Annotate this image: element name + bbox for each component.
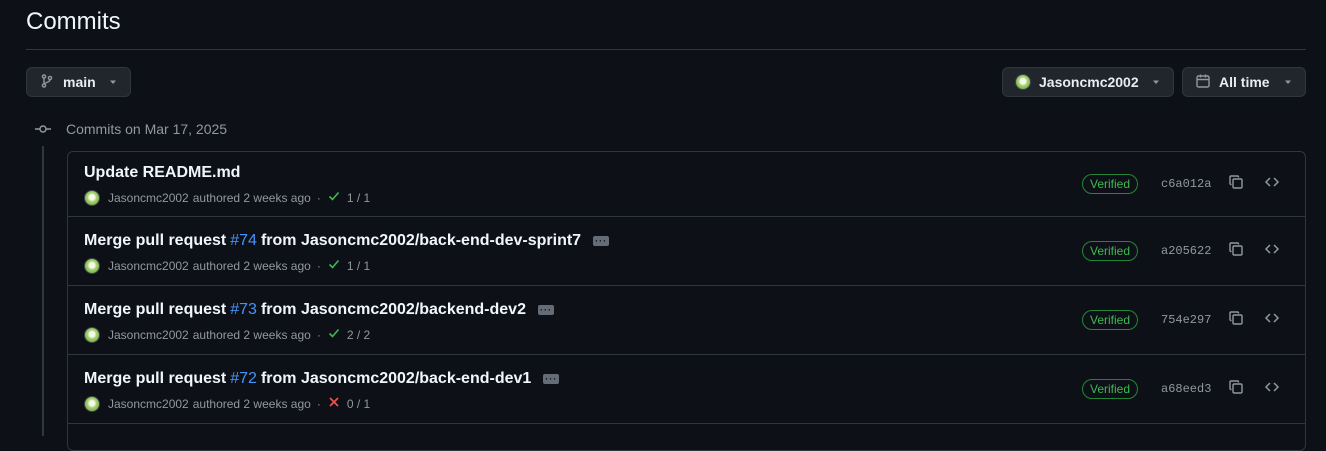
separator: ·: [316, 396, 321, 411]
code-icon: [1264, 241, 1280, 262]
checks-count: 1 / 1: [346, 258, 371, 273]
checks-status[interactable]: 2 / 2: [327, 326, 370, 343]
commit-title: Merge pull request #74 from Jasoncmc2002…: [84, 232, 610, 250]
commit-message-prefix[interactable]: Merge pull request: [84, 301, 226, 319]
browse-files-button[interactable]: [1260, 377, 1284, 401]
commit-message[interactable]: Update README.md: [84, 164, 240, 182]
checks-count: 2 / 2: [346, 327, 371, 342]
commit-meta: Jasoncmc2002 authored 2 weeks ago · 0 / …: [84, 395, 370, 412]
code-icon: [1264, 310, 1280, 331]
commit-meta: Jasoncmc2002 authored 2 weeks ago · 1 / …: [84, 257, 370, 274]
separator: ·: [316, 258, 321, 273]
copy-icon: [1228, 379, 1244, 400]
separator: ·: [316, 327, 321, 342]
copy-icon: [1228, 310, 1244, 331]
commit-row[interactable]: Merge pull request #74 from Jasoncmc2002…: [68, 217, 1305, 286]
commit-sha[interactable]: a68eed3: [1161, 382, 1211, 396]
branch-label: main: [63, 74, 96, 90]
commit-meta: Jasoncmc2002 authored 2 weeks ago · 1 / …: [84, 189, 370, 206]
copy-sha-button[interactable]: [1224, 172, 1248, 196]
browse-files-button[interactable]: [1260, 172, 1284, 196]
checks-count: 1 / 1: [346, 190, 371, 205]
checks-count: 0 / 1: [346, 396, 371, 411]
pull-request-link[interactable]: #72: [230, 370, 257, 388]
verified-badge[interactable]: Verified: [1082, 174, 1139, 194]
commit-row[interactable]: Merge pull request #72 from Jasoncmc2002…: [68, 355, 1305, 424]
chevron-down-icon: [1151, 74, 1161, 90]
authored-time: authored 2 weeks ago: [192, 396, 311, 411]
timeline-line: [42, 146, 44, 436]
branch-selector-button[interactable]: main: [26, 67, 131, 97]
git-commit-icon: [34, 120, 52, 138]
commit-group-header: Commits on Mar 17, 2025: [34, 120, 227, 138]
code-icon: [1264, 379, 1280, 400]
commit-row[interactable]: Update README.md Jasoncmc2002 authored 2…: [68, 152, 1305, 217]
commit-meta: Jasoncmc2002 authored 2 weeks ago · 2 / …: [84, 326, 370, 343]
commit-message-prefix[interactable]: Merge pull request: [84, 370, 226, 388]
avatar: [1015, 74, 1031, 90]
expand-message-button[interactable]: ···: [537, 305, 554, 315]
verified-badge[interactable]: Verified: [1082, 379, 1139, 399]
expand-message-button[interactable]: ···: [543, 374, 560, 384]
time-filter-label: All time: [1219, 74, 1270, 90]
browse-files-button[interactable]: [1260, 308, 1284, 332]
expand-message-button[interactable]: ···: [593, 236, 610, 246]
check-icon: [327, 326, 341, 343]
authored-time: authored 2 weeks ago: [192, 190, 311, 205]
commit-message-suffix[interactable]: from Jasoncmc2002/back-end-dev1: [261, 370, 531, 388]
code-icon: [1264, 174, 1280, 195]
checks-status[interactable]: 0 / 1: [327, 395, 370, 412]
avatar[interactable]: [84, 189, 100, 206]
avatar[interactable]: [84, 257, 100, 274]
copy-icon: [1228, 241, 1244, 262]
separator: ·: [316, 190, 321, 205]
commit-title: Merge pull request #72 from Jasoncmc2002…: [84, 370, 560, 388]
chevron-down-icon: [1283, 74, 1293, 90]
git-branch-icon: [39, 73, 55, 92]
author-filter-button[interactable]: Jasoncmc2002: [1002, 67, 1174, 97]
avatar[interactable]: [84, 326, 100, 343]
commit-author[interactable]: Jasoncmc2002: [108, 328, 189, 342]
pull-request-link[interactable]: #73: [230, 301, 257, 319]
check-icon: [327, 189, 341, 206]
copy-sha-button[interactable]: [1224, 239, 1248, 263]
chevron-down-icon: [108, 74, 118, 90]
avatar[interactable]: [84, 395, 100, 412]
commit-author[interactable]: Jasoncmc2002: [108, 191, 189, 205]
commit-sha[interactable]: c6a012a: [1161, 177, 1211, 191]
copy-sha-button[interactable]: [1224, 308, 1248, 332]
commit-sha[interactable]: a205622: [1161, 244, 1211, 258]
x-icon: [327, 395, 341, 412]
page-title: Commits: [26, 8, 121, 35]
calendar-icon: [1195, 73, 1211, 92]
commit-author[interactable]: Jasoncmc2002: [108, 397, 189, 411]
time-filter-button[interactable]: All time: [1182, 67, 1306, 97]
copy-sha-button[interactable]: [1224, 377, 1248, 401]
check-icon: [327, 257, 341, 274]
checks-status[interactable]: 1 / 1: [327, 189, 370, 206]
authored-time: authored 2 weeks ago: [192, 327, 311, 342]
verified-badge[interactable]: Verified: [1082, 310, 1139, 330]
commit-group-date: Commits on Mar 17, 2025: [66, 121, 228, 137]
commit-author[interactable]: Jasoncmc2002: [108, 259, 189, 273]
verified-badge[interactable]: Verified: [1082, 241, 1139, 261]
checks-status[interactable]: 1 / 1: [327, 257, 370, 274]
title-divider: [26, 49, 1306, 50]
commit-sha[interactable]: 754e297: [1161, 313, 1211, 327]
browse-files-button[interactable]: [1260, 239, 1284, 263]
commit-message-prefix[interactable]: Merge pull request: [84, 232, 226, 250]
commit-title: Merge pull request #73 from Jasoncmc2002…: [84, 301, 554, 319]
pull-request-link[interactable]: #74: [230, 232, 257, 250]
commit-list: Update README.md Jasoncmc2002 authored 2…: [67, 151, 1306, 451]
commit-title: Update README.md: [84, 164, 240, 182]
authored-time: authored 2 weeks ago: [192, 258, 311, 273]
commit-message-suffix[interactable]: from Jasoncmc2002/back-end-dev-sprint7: [261, 232, 581, 250]
copy-icon: [1228, 174, 1244, 195]
commit-message-suffix[interactable]: from Jasoncmc2002/backend-dev2: [261, 301, 526, 319]
author-filter-label: Jasoncmc2002: [1039, 74, 1139, 90]
commit-row[interactable]: Merge pull request #73 from Jasoncmc2002…: [68, 286, 1305, 355]
